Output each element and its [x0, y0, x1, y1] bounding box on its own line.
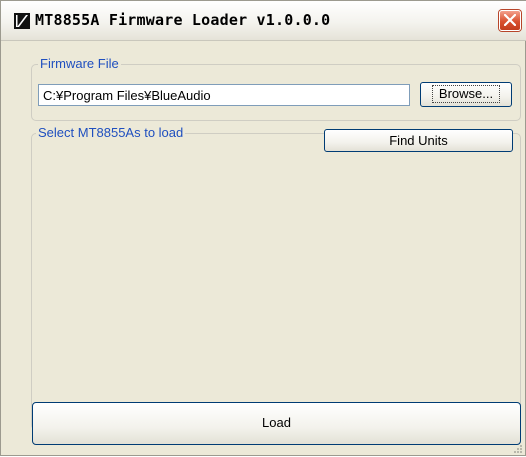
firmware-file-label: Firmware File	[38, 56, 121, 72]
browse-button[interactable]: Browse...	[420, 82, 512, 107]
load-button[interactable]: Load	[32, 402, 521, 445]
select-units-label: Select MT8855As to load	[36, 125, 186, 141]
select-units-group: Select MT8855As to load	[31, 125, 521, 430]
client-area: Firmware File Browse... Select MT8855As …	[1, 41, 526, 457]
app-logo-icon	[14, 13, 30, 29]
browse-button-label: Browse...	[431, 85, 501, 103]
firmware-path-input[interactable]	[38, 84, 410, 106]
close-icon	[504, 14, 516, 26]
title-bar[interactable]: MT8855A Firmware Loader v1.0.0.0	[1, 1, 526, 41]
close-button[interactable]	[499, 10, 521, 31]
window-title: MT8855A Firmware Loader v1.0.0.0	[35, 11, 331, 29]
resize-grip-icon[interactable]	[509, 443, 523, 455]
find-units-button[interactable]: Find Units	[324, 129, 513, 152]
firmware-loader-window: MT8855A Firmware Loader v1.0.0.0 Firmwar…	[0, 0, 526, 456]
